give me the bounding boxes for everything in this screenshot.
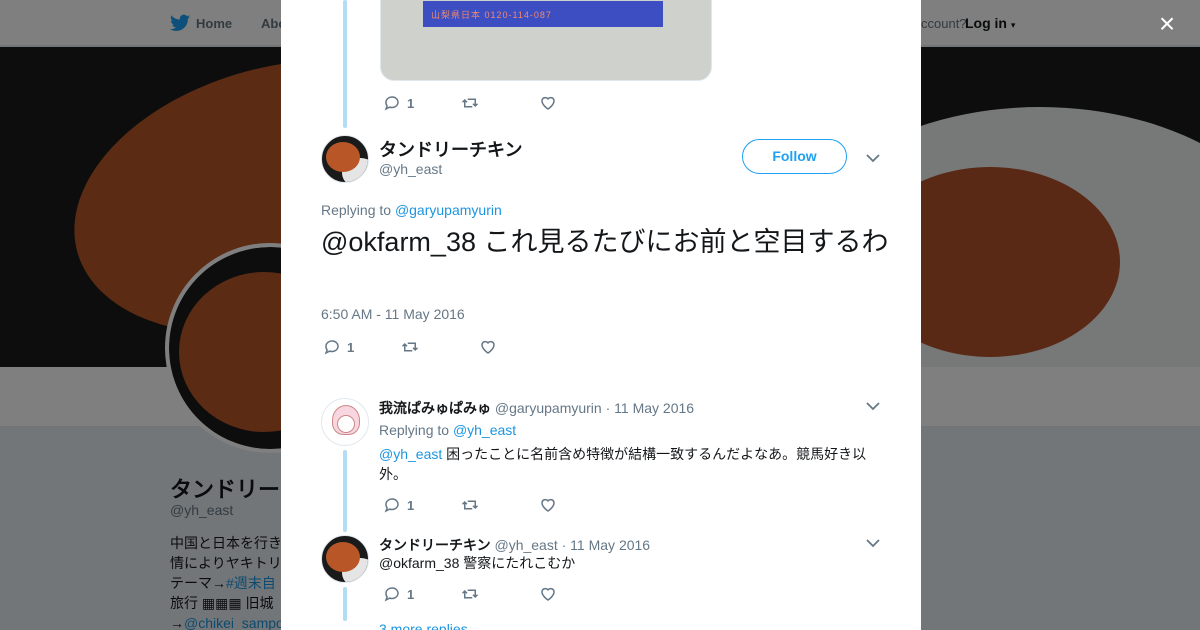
reply-icon [384,587,399,602]
chevron-down-icon[interactable] [865,398,881,414]
reply-count: 1 [407,497,415,513]
thread-line [343,0,347,128]
photo-signboard: 山梨県日本 0120-114-087 [423,1,663,27]
reply-body: 困ったことに名前含め特徴が結構一致するんだよなあ。競馬好き以外。 [379,446,867,482]
heart-icon [541,498,555,512]
reply-date[interactable]: · 11 May 2016 [606,400,694,416]
main-tweet-actions: 1 [323,338,557,356]
retweet-icon [461,500,479,510]
main-replying-to: Replying to @garyupamyurin [321,202,502,218]
retweet-button[interactable] [461,94,539,112]
reply-date[interactable]: · 11 May 2016 [562,537,650,553]
reply-replying-to: Replying to @yh_east [379,422,516,438]
main-tweet-avatar[interactable] [321,135,369,183]
prev-tweet-actions: 1 [383,94,617,112]
reply-actions: 1 [383,496,617,514]
chevron-down-icon[interactable] [865,535,881,551]
reply-button[interactable]: 1 [383,94,461,112]
reply-count: 1 [407,95,415,111]
reply-author-name[interactable]: タンドリーチキン [379,537,491,553]
reply-actions: 1 [383,585,617,603]
reply-author-handle[interactable]: @garyupamyurin [495,400,602,416]
avatar-food [326,142,360,172]
more-replies-link[interactable]: 3 more replies [379,621,468,630]
reply-header: 我流ぱみゅぱみゅ @garyupamyurin · 11 May 2016 [379,398,694,418]
retweet-button[interactable] [461,585,539,603]
heart-icon [481,340,495,354]
main-tweet-author-handle[interactable]: @yh_east [379,161,442,177]
heart-icon [541,96,555,110]
like-button[interactable] [539,94,617,112]
like-button[interactable] [539,585,617,603]
reply-author-handle[interactable]: @yh_east [494,537,557,553]
like-button[interactable] [539,496,617,514]
retweet-icon [461,98,479,108]
retweet-icon [401,342,419,352]
reply-header: タンドリーチキン @yh_east · 11 May 2016 [379,535,650,555]
reply-text: @okfarm_38 警察にたれこむか [379,555,576,571]
retweet-icon [461,589,479,599]
reply-count: 1 [347,339,355,355]
avatar-face [337,415,355,433]
close-icon[interactable]: × [1152,9,1182,39]
retweet-button[interactable] [401,338,479,356]
replying-to-link[interactable]: @yh_east [453,422,516,438]
retweet-button[interactable] [461,496,539,514]
reply-author-name[interactable]: 我流ぱみゅぱみゅ [379,400,491,416]
heart-icon [541,587,555,601]
reply-mention-link[interactable]: @yh_east [379,446,442,462]
reply-avatar[interactable] [321,398,369,446]
reply-text: @yh_east 困ったことに名前含め特徴が結構一致するんだよなあ。競馬好き以外… [379,444,879,484]
replying-label: Replying to [379,422,450,438]
thread-line [343,450,347,532]
reply-button[interactable]: 1 [383,585,461,603]
reply-button[interactable]: 1 [383,496,461,514]
like-button[interactable] [479,338,557,356]
reply-icon [384,96,399,111]
reply-button[interactable]: 1 [323,338,401,356]
reply-count: 1 [407,586,415,602]
reply-icon [324,340,339,355]
replying-to-link[interactable]: @garyupamyurin [395,202,502,218]
thread-line [343,587,347,621]
avatar-food [326,542,360,572]
reply-icon [384,498,399,513]
main-tweet-timestamp[interactable]: 6:50 AM - 11 May 2016 [321,306,465,322]
main-tweet-author-name[interactable]: タンドリーチキン [379,136,522,162]
replying-label: Replying to [321,202,392,218]
follow-button[interactable]: Follow [742,139,847,174]
tweet-media-photo[interactable]: 山梨県日本 0120-114-087 [380,0,712,81]
tweet-modal: 山梨県日本 0120-114-087 1 タンドリーチキン @yh_east F… [281,0,921,630]
chevron-down-icon[interactable] [865,150,881,166]
main-tweet-text: @okfarm_38 これ見るたびにお前と空目するわ [321,227,889,257]
reply-avatar[interactable] [321,535,369,583]
